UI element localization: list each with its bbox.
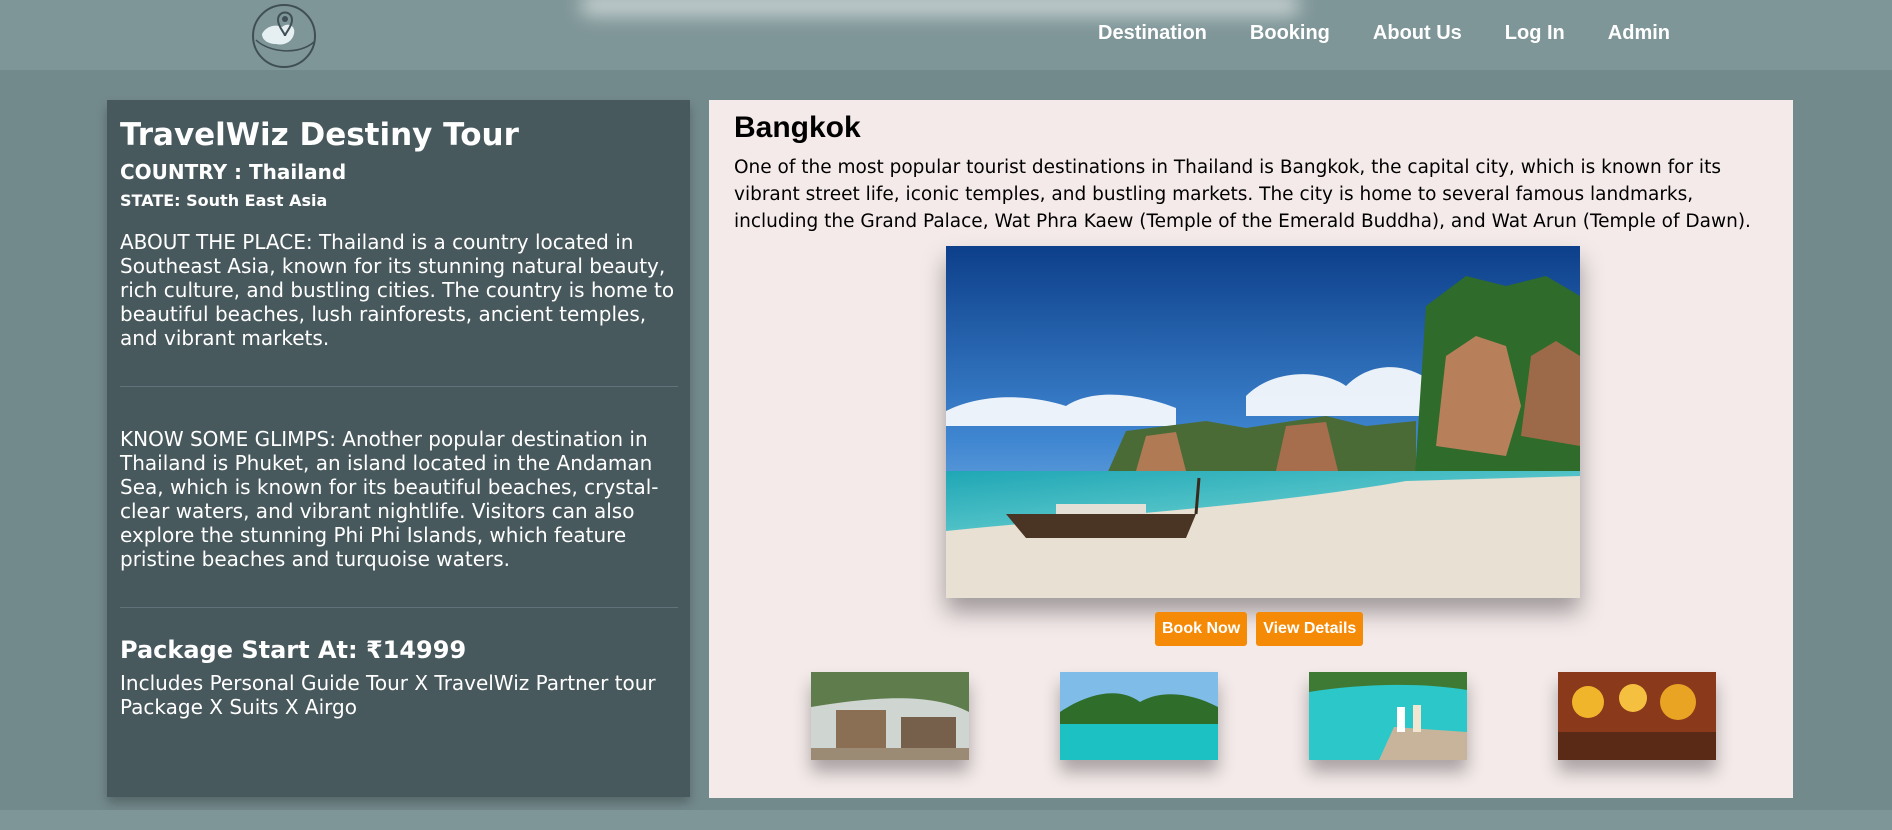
thumbnail-couple-viewpoint[interactable]	[1309, 672, 1467, 760]
thumbnail-island-sea[interactable]	[1060, 672, 1218, 760]
tour-info-panel: TravelWiz Destiny Tour COUNTRY : Thailan…	[107, 100, 690, 797]
action-buttons: Book Now View Details	[1155, 612, 1364, 646]
nav-log-in[interactable]: Log In	[1505, 20, 1565, 46]
nav-destination[interactable]: Destination	[1098, 20, 1207, 46]
destination-description: One of the most popular tourist destinat…	[734, 157, 1751, 232]
blurred-banner	[580, 0, 1300, 16]
book-now-button[interactable]: Book Now	[1155, 612, 1248, 646]
nav-booking[interactable]: Booking	[1250, 20, 1330, 46]
thumbnail-street-market[interactable]	[1558, 672, 1716, 760]
know-glimps-text: KNOW SOME GLIMPS: Another popular destin…	[120, 427, 659, 571]
package-includes: Includes Personal Guide Tour X TravelWiz…	[120, 671, 656, 719]
divider	[120, 386, 678, 387]
thumbnail-temple-ruins[interactable]	[811, 672, 969, 760]
tour-title: TravelWiz Destiny Tour	[120, 117, 519, 153]
destination-panel: Bangkok One of the most popular tourist …	[709, 100, 1793, 798]
hero-beach-image	[946, 246, 1580, 598]
nav-admin[interactable]: Admin	[1608, 20, 1670, 46]
footer-strip	[0, 810, 1892, 830]
destination-title: Bangkok	[734, 111, 861, 144]
state-label: STATE: South East Asia	[120, 191, 328, 210]
about-place-text: ABOUT THE PLACE: Thailand is a country l…	[120, 230, 675, 350]
view-details-button[interactable]: View Details	[1256, 612, 1364, 646]
country-label: COUNTRY : Thailand	[120, 160, 347, 184]
main-nav: Destination Booking About Us Log In Admi…	[1098, 20, 1670, 46]
package-price: Package Start At: ₹14999	[120, 636, 467, 664]
nav-about-us[interactable]: About Us	[1373, 20, 1462, 46]
top-navbar: Destination Booking About Us Log In Admi…	[0, 0, 1892, 70]
globe-logo-icon[interactable]	[248, 0, 320, 70]
divider	[120, 607, 678, 608]
